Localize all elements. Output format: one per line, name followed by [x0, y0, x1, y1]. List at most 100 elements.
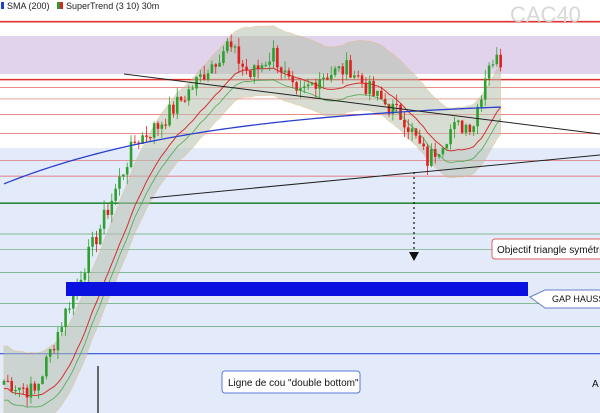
legend-swatch-supertrend-a	[57, 2, 60, 9]
candle-body-41	[160, 124, 164, 129]
candle-body-89	[345, 60, 348, 75]
candle-body-91	[353, 75, 356, 78]
candle-body-48	[187, 89, 191, 101]
candle-body-92	[356, 75, 360, 77]
candle-body-109	[422, 143, 425, 147]
candle-body-122	[472, 126, 475, 133]
candle-body-60	[233, 46, 237, 48]
candle-body-15	[60, 327, 64, 333]
candle-body-119	[460, 120, 464, 133]
candle-body-98	[380, 90, 383, 100]
candle-body-44	[172, 104, 175, 114]
candle-body-58	[226, 41, 229, 52]
candle-body-40	[156, 123, 160, 129]
price-chart: CAC40 SMA (200) SuperTrend (3 10) 30m Ob…	[0, 0, 600, 413]
candle-body-52	[202, 74, 206, 80]
candle-body-53	[206, 73, 210, 80]
candle-body-34	[133, 141, 137, 143]
candle-body-128	[495, 54, 499, 65]
candle-body-61	[237, 46, 241, 64]
legend-label-sma: SMA (200)	[7, 1, 50, 11]
candle-body-21	[83, 273, 87, 280]
chart-root: CAC40 SMA (200) SuperTrend (3 10) 30m Ob…	[0, 0, 600, 413]
candle-body-22	[87, 246, 90, 274]
legend-swatch-sma	[1, 2, 4, 9]
candle-body-3	[14, 389, 17, 392]
candle-body-62	[241, 63, 244, 67]
candle-body-32	[125, 167, 129, 175]
candle-body-73	[283, 70, 287, 73]
candle-body-114	[441, 148, 445, 155]
candle-body-80	[310, 82, 314, 85]
neckline-label: Ligne de cou "double bottom"	[228, 378, 359, 389]
candle-body-29	[114, 188, 117, 201]
candle-body-16	[64, 308, 67, 328]
candle-body-124	[480, 99, 483, 107]
candle-body-63	[245, 66, 248, 71]
candle-body-65	[252, 65, 256, 77]
candle-body-117	[453, 122, 456, 130]
candle-body-66	[256, 65, 260, 69]
gap-callout: GAP HAUSS	[529, 289, 600, 309]
candle-body-78	[303, 86, 306, 89]
candle-body-59	[229, 41, 233, 48]
candle-body-85	[329, 74, 333, 80]
candle-body-54	[210, 64, 214, 74]
candle-body-88	[341, 66, 345, 75]
candle-body-95	[368, 81, 372, 94]
candle-body-123	[476, 106, 479, 127]
candle-body-126	[487, 65, 491, 79]
candle-body-127	[491, 64, 495, 66]
candle-body-56	[218, 62, 221, 67]
candle-body-70	[272, 47, 275, 62]
candle-body-37	[145, 135, 148, 137]
candle-body-129	[499, 54, 502, 68]
candle-body-30	[118, 176, 121, 189]
candle-body-69	[268, 61, 271, 65]
candle-body-72	[279, 67, 283, 73]
candle-body-17	[68, 308, 71, 310]
gap-zone	[66, 282, 528, 296]
candle-body-75	[291, 76, 295, 83]
candle-body-90	[349, 60, 352, 78]
candle-body-55	[214, 64, 218, 67]
candle-body-4	[18, 387, 21, 390]
candle-body-111	[430, 149, 433, 166]
candle-body-84	[326, 77, 329, 80]
candle-body-82	[318, 79, 321, 89]
candle-body-120	[464, 124, 468, 133]
candle-body-0	[2, 380, 6, 385]
candle-body-38	[149, 136, 152, 139]
candle-body-67	[260, 65, 264, 69]
candle-body-1	[6, 380, 10, 383]
candle-body-64	[249, 70, 252, 77]
candle-body-43	[168, 104, 171, 126]
candle-body-81	[314, 82, 318, 89]
candle-body-9	[37, 383, 40, 391]
candle-body-25	[98, 228, 102, 245]
candle-body-31	[122, 174, 125, 177]
gap-label: GAP HAUSS	[552, 294, 600, 304]
candle-body-125	[483, 78, 487, 100]
candle-body-10	[41, 376, 44, 384]
neckline-callout: Ligne de cou "double bottom"	[221, 370, 361, 394]
candle-body-79	[306, 84, 310, 87]
candle-body-14	[56, 332, 60, 351]
objectif-callout: Objectif triangle symétri	[491, 238, 600, 260]
candle-body-8	[33, 383, 37, 391]
candle-body-102	[395, 103, 398, 106]
candle-body-83	[322, 77, 325, 80]
candle-body-47	[183, 100, 187, 102]
candle-body-68	[264, 64, 268, 67]
candle-body-27	[106, 209, 110, 215]
candle-body-42	[164, 124, 167, 126]
candle-body-5	[21, 387, 25, 389]
candle-body-116	[449, 129, 452, 145]
candle-body-106	[410, 128, 414, 132]
candle-body-97	[376, 90, 379, 96]
candle-body-115	[445, 144, 449, 149]
candle-body-49	[191, 88, 194, 90]
candle-body-45	[175, 96, 179, 114]
candle-body-118	[457, 120, 460, 123]
candle-body-108	[418, 135, 422, 144]
